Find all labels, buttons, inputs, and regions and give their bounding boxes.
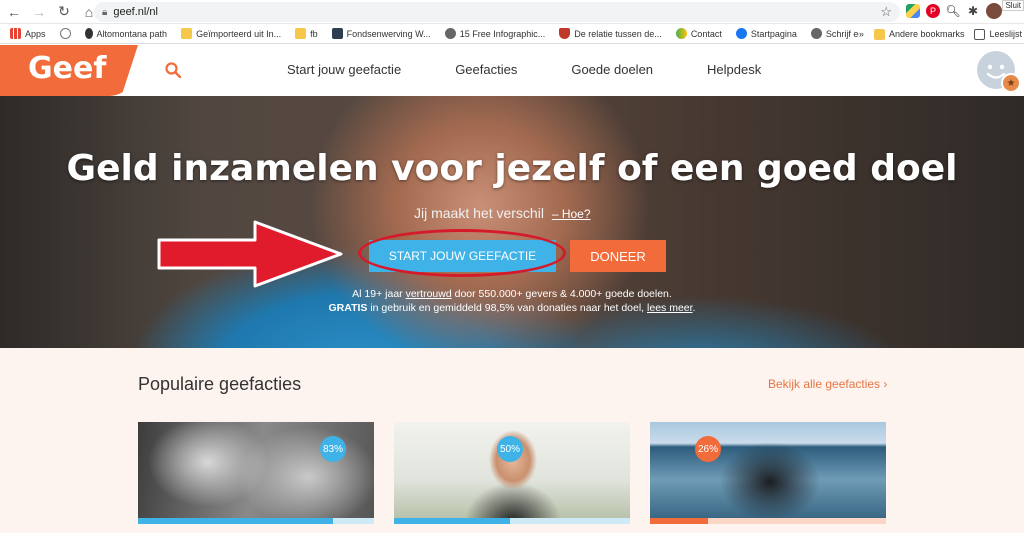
progress-badge: 83% [320, 436, 346, 462]
folder-icon [873, 28, 885, 40]
progress-track [650, 518, 886, 524]
lock-icon[interactable]: 🔒︎ [102, 7, 107, 18]
pinterest-icon[interactable]: P [926, 4, 940, 18]
main-nav: Start jouw geefactie Geefacties Goede do… [287, 62, 761, 77]
gratis-text: GRATIS [328, 302, 368, 314]
bookmark-fondsenwerving[interactable]: Fondsenwerving W... [331, 28, 431, 39]
section-title: Populaire geefacties [138, 374, 302, 394]
bookmark-folder-fb[interactable]: fb [295, 28, 318, 39]
progress-fill [650, 518, 708, 524]
annotation-arrow-icon [157, 220, 343, 288]
bookmark-relatie[interactable]: De relatie tussen de... [559, 28, 662, 39]
url-text: geef.nl/nl [113, 6, 158, 18]
annotation-ellipse [358, 229, 566, 277]
nav-goede-doelen[interactable]: Goede doelen [571, 62, 653, 77]
hero-subtitle: Jij maakt het verschil – Hoe? [414, 205, 591, 221]
bookmark-folder-imported[interactable]: Geïmporteerd uit In... [181, 28, 281, 39]
shield-icon [559, 28, 571, 39]
search-extension-icon[interactable]: 🔍︎ [945, 4, 960, 18]
globe-icon [444, 28, 456, 39]
globe-icon [810, 28, 822, 39]
site-icon [331, 28, 343, 39]
donate-button[interactable]: DONEER [570, 240, 666, 272]
progress-track [394, 518, 630, 524]
hero-subtitle-text: Jij maakt het verschil [414, 205, 544, 221]
reading-list[interactable]: Leeslijst [974, 28, 1022, 40]
bookmark-infographic[interactable]: 15 Free Infographic... [444, 28, 545, 39]
forward-icon[interactable]: → [28, 1, 50, 23]
progress-fill [138, 518, 333, 524]
site-header: Geef Start jouw geefactie Geefacties Goe… [0, 45, 1024, 96]
see-all-link[interactable]: Bekijk alle geefacties › [768, 377, 887, 391]
bookmark-altomontana[interactable]: Altomontana path [84, 28, 167, 39]
heart-icon [675, 28, 687, 39]
facebook-icon [735, 28, 747, 39]
reload-icon[interactable]: ↻ [53, 1, 75, 23]
reading-list-icon [974, 28, 986, 40]
hero-info: Al 19+ jaar vertrouwd door 550.000+ geve… [0, 287, 1024, 315]
bookmark-blocked[interactable] [59, 28, 71, 39]
bookmark-star-icon[interactable]: ☆ [880, 4, 892, 20]
geef-logo[interactable]: Geef [0, 45, 138, 96]
folder-icon [181, 28, 193, 39]
hero-info-line1: Al 19+ jaar vertrouwd door 550.000+ geve… [352, 288, 672, 300]
address-bar[interactable]: 🔒︎ geef.nl/nl ☆ [94, 2, 900, 22]
more-bookmarks-chevron[interactable]: » [859, 29, 864, 39]
progress-track [138, 518, 374, 524]
hero-title: Geld inzamelen voor jezelf of een goed d… [66, 148, 958, 189]
star-badge-icon: ★ [1001, 73, 1021, 93]
vertrouwd-text: vertrouwd [405, 288, 452, 300]
campaign-card[interactable] [650, 422, 886, 533]
hero-section: Geld inzamelen voor jezelf of een goed d… [0, 96, 1024, 348]
folder-icon [295, 28, 307, 39]
apps-grid-icon [10, 28, 21, 39]
back-icon[interactable]: ← [3, 1, 25, 23]
profile-avatar[interactable] [986, 3, 1002, 19]
nav-geefacties[interactable]: Geefacties [455, 62, 517, 77]
google-drive-icon[interactable] [906, 4, 920, 18]
popular-section: Populaire geefacties Bekijk alle geefact… [0, 348, 1024, 533]
progress-badge: 50% [497, 436, 523, 462]
puzzle-extensions-icon[interactable]: ✱ [966, 4, 980, 18]
nav-helpdesk[interactable]: Helpdesk [707, 62, 761, 77]
lees-meer-link[interactable]: lees meer [647, 302, 693, 314]
blocked-icon [59, 28, 71, 39]
progress-fill [394, 518, 510, 524]
bookmark-startpagina[interactable]: Startpagina [735, 28, 797, 39]
other-bookmarks[interactable]: Andere bookmarks [873, 28, 964, 40]
hero-info-line2: GRATIS in gebruik en gemiddeld 98,5% van… [328, 302, 696, 314]
corner-label: Sluit [1002, 0, 1024, 11]
hiker-icon [84, 28, 93, 39]
campaign-image [650, 422, 886, 518]
bookmark-apps[interactable]: Apps [10, 28, 46, 39]
nav-start-geefactie[interactable]: Start jouw geefactie [287, 62, 401, 77]
search-icon[interactable] [165, 62, 181, 78]
bookmarks-bar: Apps Altomontana path Geïmporteerd uit I… [0, 24, 1024, 44]
hoe-link[interactable]: – Hoe? [552, 207, 591, 221]
progress-badge: 26% [695, 436, 721, 462]
bookmark-contact[interactable]: Contact [675, 28, 722, 39]
extensions-area: P 🔍︎ ✱ [906, 3, 1002, 19]
bookmarks-right: » Andere bookmarks Leeslijst [858, 24, 1024, 43]
browser-toolbar: ← → ↻ ⌂ 🔒︎ geef.nl/nl ☆ P 🔍︎ ✱ Sluit [0, 0, 1024, 24]
